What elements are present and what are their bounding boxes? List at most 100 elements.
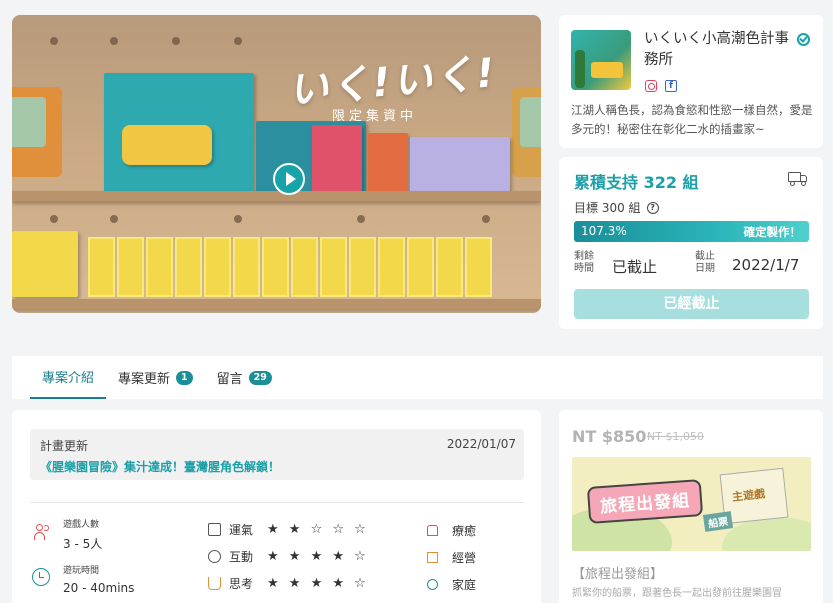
update-heading: 計畫更新 xyxy=(40,439,89,453)
instagram-icon[interactable] xyxy=(645,80,657,92)
cup-icon xyxy=(208,577,221,590)
tag-healing: 療癒 xyxy=(427,522,476,539)
game-card xyxy=(291,237,318,297)
backers-count: 累積支持 322 組 xyxy=(574,173,699,192)
attribute-label: 思考 xyxy=(229,577,254,591)
social-links: f xyxy=(645,80,677,92)
tab-label: 留言 xyxy=(216,372,243,387)
update-title-link[interactable]: 《腥樂園冒險》集汁達成！臺灣腥角色解鎖！ xyxy=(40,458,280,475)
reward-image-ticket-label: 船票 xyxy=(702,511,734,532)
playtime-label: 遊玩時間 xyxy=(63,566,100,576)
delivery-truck-icon xyxy=(788,172,808,186)
game-card xyxy=(233,237,260,297)
reward-price: NT $850 xyxy=(572,427,647,446)
comments-count-badge: 29 xyxy=(248,370,272,385)
funding-progress-bar: 107.3% 確定製作！ xyxy=(574,221,809,242)
reward-description: 抓緊你的船票，跟著色長一起出發前往腥樂園冒 xyxy=(572,588,782,599)
game-card xyxy=(146,237,173,297)
shop-icon xyxy=(427,552,438,563)
star-rating: ★ ★ ★ ★ ☆ xyxy=(267,576,369,591)
pegboard-hole xyxy=(482,215,490,223)
game-box xyxy=(368,133,408,193)
tab-introduction[interactable]: 專案介紹 xyxy=(30,356,107,399)
tab-label: 專案更新 xyxy=(118,372,171,387)
pegboard-hole xyxy=(172,37,180,45)
play-icon[interactable] xyxy=(273,163,305,195)
game-card xyxy=(117,237,144,297)
tab-updates[interactable]: 專案更新 1 xyxy=(106,356,205,399)
tag-label: 經營 xyxy=(452,551,477,565)
game-box xyxy=(312,125,362,193)
updates-count-badge: 1 xyxy=(176,370,193,385)
game-card xyxy=(407,237,434,297)
reward-image-title: 旅程出發組 xyxy=(586,479,704,524)
game-card xyxy=(465,237,492,297)
project-tabs: 專案介紹 專案更新 1 留言 29 xyxy=(12,356,823,399)
remaining-time-value: 已截止 xyxy=(612,258,658,276)
avatar-bus-art xyxy=(591,62,623,78)
creator-avatar[interactable] xyxy=(571,30,631,90)
game-card xyxy=(378,237,405,297)
creator-card: いくいく小高潮色計事務所 f 江湖人稱色長，認為食慾和性慾一樣自然，愛是多元的！… xyxy=(559,15,823,148)
goal-label: 目標 300 組 xyxy=(574,201,641,215)
game-card xyxy=(320,237,347,297)
star-rating: ★ ★ ☆ ☆ ☆ xyxy=(267,522,369,537)
players-label: 遊戲人數 xyxy=(63,520,100,530)
latest-update-banner[interactable]: 計畫更新 2022/01/07 《腥樂園冒險》集汁達成！臺灣腥角色解鎖！ xyxy=(30,429,524,480)
tab-label: 專案介紹 xyxy=(42,371,95,386)
deadline-value: 2022/1/7 xyxy=(732,256,800,274)
avatar-cactus-art xyxy=(575,50,585,88)
creator-bio: 江湖人稱色長，認為食慾和性慾一樣自然，愛是多元的！秘密住在彰化二水的插畫家~ xyxy=(571,103,813,136)
attribute-label: 運氣 xyxy=(229,523,254,537)
retro-tv-decor xyxy=(12,87,62,177)
chat-bubble-icon xyxy=(208,550,221,563)
card-row xyxy=(88,237,492,297)
help-icon[interactable]: ? xyxy=(646,201,659,214)
family-icon xyxy=(427,579,438,590)
divider xyxy=(30,502,524,503)
gift-icon xyxy=(427,525,438,536)
progress-percent: 107.3% xyxy=(581,224,627,238)
reward-card[interactable]: NT $850 NT $1,050 主遊戲 旅程出發組 船票 【旅程出發組】 抓… xyxy=(559,410,823,603)
goal-text: 目標 300 組 ? xyxy=(574,199,659,216)
game-box-bus-art xyxy=(122,125,212,165)
tag-family: 家庭 xyxy=(427,576,476,593)
creator-name[interactable]: いくいく小高潮色計事務所 xyxy=(644,29,794,71)
game-card xyxy=(436,237,463,297)
funding-card: 累積支持 322 組 目標 300 組 ? 107.3% 確定製作！ 剩餘時間 … xyxy=(559,157,823,329)
pegboard-hole xyxy=(234,37,242,45)
shelf xyxy=(12,299,541,309)
card-box xyxy=(12,231,78,297)
tag-label: 家庭 xyxy=(452,578,477,592)
project-content: 計畫更新 2022/01/07 《腥樂園冒險》集汁達成！臺灣腥角色解鎖！ 遊戲人… xyxy=(12,410,541,603)
facebook-icon[interactable]: f xyxy=(665,80,677,92)
campaign-video[interactable]: いく!いく! 限定集資中 xyxy=(12,15,541,313)
pegboard-hole xyxy=(50,215,58,223)
playtime-value: 20 - 40mins xyxy=(63,581,135,595)
attribute-thinking: 思考 ★ ★ ★ ★ ☆ xyxy=(208,575,369,592)
pegboard-hole xyxy=(234,215,242,223)
remaining-time-label: 剩餘時間 xyxy=(574,251,594,274)
retro-tv-decor xyxy=(512,87,541,177)
reward-image-box-label: 主遊戲 xyxy=(731,487,766,504)
deadline-label: 截止日期 xyxy=(695,251,715,274)
ended-button[interactable]: 已經截止 xyxy=(574,289,809,319)
reward-name: 【旅程出發組】 xyxy=(572,567,664,582)
tag-management: 經營 xyxy=(427,549,476,566)
game-card xyxy=(204,237,231,297)
tab-comments[interactable]: 留言 29 xyxy=(205,356,284,399)
game-card xyxy=(88,237,115,297)
hero-subtitle: 限定集資中 xyxy=(332,109,418,124)
dice-icon xyxy=(208,523,221,536)
attribute-luck: 運氣 ★ ★ ☆ ☆ ☆ xyxy=(208,521,369,538)
attribute-label: 互動 xyxy=(229,550,254,564)
players-icon xyxy=(34,523,52,541)
pegboard-hole xyxy=(110,37,118,45)
game-box xyxy=(410,137,510,193)
verified-check-icon xyxy=(797,33,810,46)
pegboard-hole xyxy=(357,215,365,223)
game-card xyxy=(175,237,202,297)
tag-label: 療癒 xyxy=(452,524,477,538)
reward-original-price: NT $1,050 xyxy=(647,430,704,443)
reward-image: 主遊戲 旅程出發組 船票 xyxy=(572,457,811,551)
